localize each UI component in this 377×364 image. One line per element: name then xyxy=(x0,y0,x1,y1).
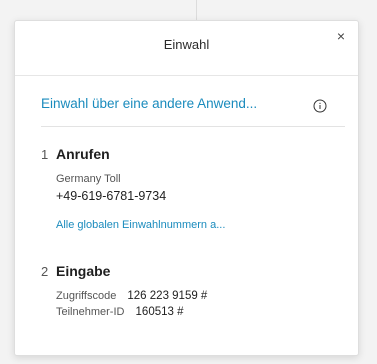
dialog-title: Einwahl xyxy=(163,37,210,52)
participant-id-value: 160513 # xyxy=(135,306,184,318)
dial-in-dialog: Einwahl × Einwahl über eine andere Anwen… xyxy=(14,20,359,356)
participant-id-label: Teilnehmer-ID xyxy=(56,306,125,318)
info-icon[interactable] xyxy=(313,99,327,113)
alternate-app-dial-in-link[interactable]: Einwahl über eine andere Anwend... xyxy=(41,96,257,111)
participant-id-row: Teilnehmer-ID 160513 # xyxy=(56,306,184,318)
section-divider xyxy=(41,126,345,127)
dial-region-label: Germany Toll xyxy=(56,173,121,185)
step-1-title: Anrufen xyxy=(56,146,110,162)
step-2-number: 2 xyxy=(41,264,49,279)
global-dial-in-numbers-link[interactable]: Alle globalen Einwahlnummern a... xyxy=(56,219,225,231)
close-button[interactable]: × xyxy=(332,27,350,45)
access-code-value: 126 223 9159 # xyxy=(127,290,208,302)
close-icon: × xyxy=(336,28,346,44)
access-code-row: Zugriffscode 126 223 9159 # xyxy=(56,290,207,302)
header-divider xyxy=(15,75,358,76)
step-1-number: 1 xyxy=(41,147,49,162)
backdrop-divider xyxy=(196,0,197,20)
access-code-label: Zugriffscode xyxy=(56,290,117,302)
dial-in-phone-number[interactable]: +49-619-6781-9734 xyxy=(56,189,166,203)
step-2-title: Eingabe xyxy=(56,263,111,279)
